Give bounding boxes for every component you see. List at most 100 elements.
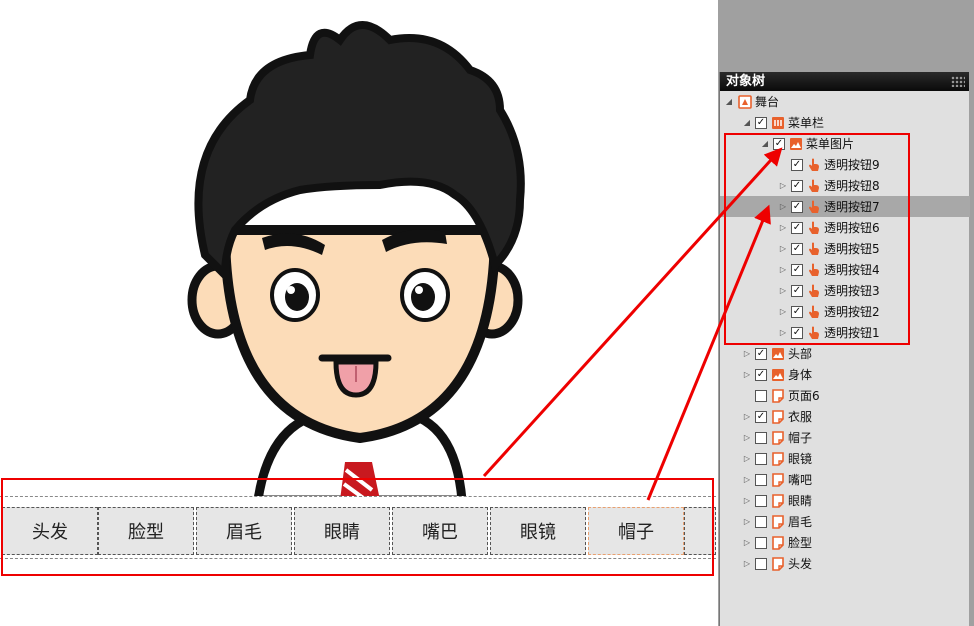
page-icon: [771, 451, 785, 466]
visibility-checkbox[interactable]: ✓: [791, 158, 803, 171]
hand-icon: [807, 326, 821, 340]
expanded-arrow-icon[interactable]: ◢: [742, 118, 752, 127]
tree-node[interactable]: ▷ ✓ 透明按钮5: [720, 238, 970, 259]
tree-node[interactable]: ◢ 舞台: [720, 91, 970, 112]
visibility-checkbox[interactable]: [755, 536, 767, 549]
visibility-checkbox[interactable]: ✓: [791, 179, 803, 192]
collapsed-arrow-icon[interactable]: ▷: [778, 181, 788, 190]
hand-icon: [807, 200, 821, 214]
tree-node-label: 头发: [788, 557, 813, 571]
collapsed-arrow-icon[interactable]: ▷: [778, 202, 788, 211]
tree-node[interactable]: ▷ ✓ 衣服: [720, 406, 970, 427]
tree-node[interactable]: ▷ 眉毛: [720, 511, 970, 532]
collapsed-arrow-icon[interactable]: ▷: [778, 286, 788, 295]
visibility-checkbox[interactable]: [755, 452, 767, 465]
visibility-checkbox[interactable]: ✓: [791, 305, 803, 318]
collapsed-arrow-icon[interactable]: ▷: [778, 307, 788, 316]
menu-button-partial[interactable]: [684, 507, 716, 555]
menu-button-mouth[interactable]: 嘴巴: [392, 507, 488, 555]
panel-header[interactable]: 对象树: [720, 72, 969, 91]
hand-icon: [807, 242, 821, 256]
tree-node[interactable]: ▷ ✓ 透明按钮6: [720, 217, 970, 238]
visibility-checkbox[interactable]: [755, 515, 767, 528]
menu-button-eyebrows[interactable]: 眉毛: [196, 507, 292, 555]
visibility-checkbox[interactable]: [755, 557, 767, 570]
collapsed-arrow-icon[interactable]: ▷: [742, 517, 752, 526]
hand-icon: [807, 158, 821, 172]
page-icon: [771, 472, 785, 487]
menu-button-hair[interactable]: 头发: [2, 507, 98, 555]
collapsed-arrow-icon[interactable]: ▷: [778, 223, 788, 232]
tree-node-label: 菜单栏: [788, 116, 825, 130]
collapsed-arrow-icon[interactable]: ▷: [742, 433, 752, 442]
collapsed-arrow-icon[interactable]: ▷: [742, 412, 752, 421]
object-tree-panel: 对象树 ◢ 舞台 ◢ ✓ 菜单栏 ◢ ✓ 菜单图片 ✓ 透明按钮9 ▷ ✓ 透明按钮8 ▷ ✓ 透明按钮7 ▷ ✓…: [719, 72, 970, 626]
tree-node-label: 眼睛: [788, 494, 813, 508]
page-icon: [771, 493, 785, 508]
tree-node[interactable]: ◢ ✓ 菜单栏: [720, 112, 970, 133]
grip-icon[interactable]: [951, 76, 965, 87]
tree-node[interactable]: ▷ 头发: [720, 553, 970, 574]
visibility-checkbox[interactable]: ✓: [791, 263, 803, 276]
tree-node[interactable]: ▷ 眼睛: [720, 490, 970, 511]
menu-button-hat[interactable]: 帽子: [588, 507, 684, 555]
tree-node-label: 透明按钮3: [824, 284, 880, 298]
hand-icon: [807, 263, 821, 277]
tree-node[interactable]: ▷ ✓ 透明按钮7: [720, 196, 970, 217]
tree-node[interactable]: ▷ ✓ 身体: [720, 364, 970, 385]
collapsed-arrow-icon[interactable]: ▷: [778, 244, 788, 253]
panel-title: 对象树: [726, 74, 766, 89]
visibility-checkbox[interactable]: [755, 473, 767, 486]
tree-node[interactable]: 页面6: [720, 385, 970, 406]
tree-node[interactable]: ▷ 嘴吧: [720, 469, 970, 490]
tree-node-label: 透明按钮4: [824, 263, 880, 277]
page-icon: [771, 388, 785, 403]
visibility-checkbox[interactable]: ✓: [773, 137, 785, 150]
tree-node-label: 菜单图片: [806, 137, 855, 151]
collapsed-arrow-icon[interactable]: ▷: [778, 328, 788, 337]
tree-node[interactable]: ◢ ✓ 菜单图片: [720, 133, 970, 154]
tree-node-label: 帽子: [788, 431, 813, 445]
visibility-checkbox[interactable]: ✓: [791, 284, 803, 297]
tree-node[interactable]: ▷ ✓ 透明按钮2: [720, 301, 970, 322]
visibility-checkbox[interactable]: [755, 431, 767, 444]
menu-button-eyes[interactable]: 眼睛: [294, 507, 390, 555]
collapsed-arrow-icon[interactable]: ▷: [742, 559, 752, 568]
expanded-arrow-icon[interactable]: ◢: [724, 97, 734, 106]
menu-bar: 头发 脸型 眉毛 眼睛 嘴巴 眼镜 帽子: [0, 496, 716, 559]
collapsed-arrow-icon[interactable]: ▷: [742, 370, 752, 379]
menu-button-glasses[interactable]: 眼镜: [490, 507, 586, 555]
image-icon: [771, 347, 785, 361]
tree-node[interactable]: ▷ 眼镜: [720, 448, 970, 469]
tree-node[interactable]: ▷ ✓ 透明按钮4: [720, 259, 970, 280]
visibility-checkbox[interactable]: [755, 494, 767, 507]
design-stage[interactable]: 头发 脸型 眉毛 眼睛 嘴巴 眼镜 帽子: [0, 0, 718, 626]
visibility-checkbox[interactable]: ✓: [791, 242, 803, 255]
visibility-checkbox[interactable]: ✓: [755, 347, 767, 360]
visibility-checkbox[interactable]: ✓: [755, 116, 767, 129]
expanded-arrow-icon[interactable]: ◢: [760, 139, 770, 148]
visibility-checkbox[interactable]: ✓: [791, 221, 803, 234]
collapsed-arrow-icon[interactable]: ▷: [778, 265, 788, 274]
visibility-checkbox[interactable]: [755, 389, 767, 402]
tree-node[interactable]: ▷ 帽子: [720, 427, 970, 448]
tree-node[interactable]: ▷ ✓ 透明按钮3: [720, 280, 970, 301]
tree-node-label: 透明按钮2: [824, 305, 880, 319]
tree-node[interactable]: ▷ ✓ 透明按钮8: [720, 175, 970, 196]
collapsed-arrow-icon[interactable]: ▷: [742, 475, 752, 484]
collapsed-arrow-icon[interactable]: ▷: [742, 349, 752, 358]
visibility-checkbox[interactable]: ✓: [755, 368, 767, 381]
collapsed-arrow-icon[interactable]: ▷: [742, 538, 752, 547]
visibility-checkbox[interactable]: ✓: [755, 410, 767, 423]
visibility-checkbox[interactable]: ✓: [791, 326, 803, 339]
visibility-checkbox[interactable]: ✓: [791, 200, 803, 213]
tree-node[interactable]: ▷ ✓ 头部: [720, 343, 970, 364]
tree-node[interactable]: ✓ 透明按钮9: [720, 154, 970, 175]
tree-node[interactable]: ▷ ✓ 透明按钮1: [720, 322, 970, 343]
collapsed-arrow-icon[interactable]: ▷: [742, 454, 752, 463]
hand-icon: [807, 284, 821, 298]
tree-node[interactable]: ▷ 脸型: [720, 532, 970, 553]
menu-button-face-shape[interactable]: 脸型: [98, 507, 194, 555]
collapsed-arrow-icon[interactable]: ▷: [742, 496, 752, 505]
page-icon: [771, 514, 785, 529]
